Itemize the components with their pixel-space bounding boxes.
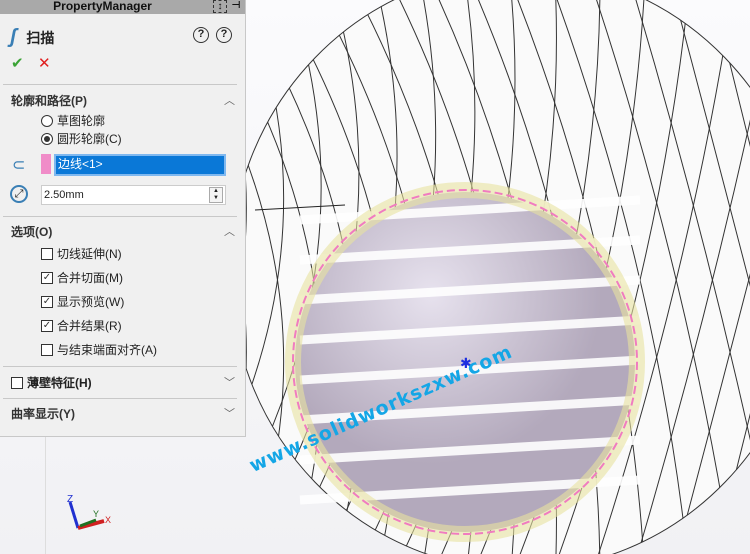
help-icon[interactable]: ?: [216, 27, 232, 43]
path-icon: ⊂: [12, 157, 26, 174]
section-profile-path[interactable]: 轮廓和路径(P): [11, 92, 87, 109]
diameter-spinner[interactable]: ▲ ▼: [209, 187, 223, 203]
expand-chevron-icon[interactable]: ﹀: [224, 405, 235, 421]
property-manager: PropertyManager ↕ ⊣ ʃ 扫描 ? ? ✔ ✕ 轮廓和路径(P…: [0, 0, 246, 437]
x-label: X: [105, 515, 111, 525]
checkbox-align-end-faces[interactable]: 与结束端面对齐(A): [41, 341, 157, 358]
ok-button[interactable]: ✔: [11, 54, 24, 72]
pin-icon[interactable]: ⊣: [229, 0, 243, 13]
whats-new-help-icon[interactable]: ?: [193, 27, 209, 43]
z-label: Z: [67, 494, 73, 505]
path-selection-box[interactable]: 边线<1>: [41, 154, 226, 176]
checkbox-merge-result[interactable]: ✓ 合并结果(R): [41, 317, 122, 334]
checkbox-show-preview[interactable]: ✓ 显示预览(W): [41, 293, 124, 310]
collapse-icon[interactable]: ︿: [224, 223, 235, 239]
sweep-icon: ʃ: [10, 26, 17, 48]
divider: [45, 437, 46, 554]
y-label: Y: [93, 509, 99, 519]
expand-icon[interactable]: ↕: [213, 0, 227, 13]
feature-name: 扫描: [26, 29, 55, 46]
axis-triad: Z Y X: [67, 494, 111, 530]
collapse-icon[interactable]: ︿: [224, 92, 235, 108]
cancel-button[interactable]: ✕: [38, 54, 51, 72]
diameter-input[interactable]: 2.50mm ▲ ▼: [41, 185, 226, 205]
expand-chevron-icon[interactable]: ﹀: [224, 374, 235, 390]
checkbox-merge-tangent[interactable]: ✓ 合并切面(M): [41, 269, 123, 286]
diameter-icon: ⤢: [10, 185, 28, 203]
radio-circular-profile[interactable]: 圆形轮廓(C): [41, 130, 122, 147]
radio-sketch-profile[interactable]: 草图轮廓: [41, 112, 105, 129]
section-curvature-display[interactable]: 曲率显示(Y): [11, 405, 75, 422]
section-thin-feature[interactable]: 薄壁特征(H): [11, 374, 92, 391]
z-axis: [68, 501, 80, 529]
checkbox-tangent-extend[interactable]: 切线延伸(N): [41, 245, 122, 262]
panel-title: PropertyManager ↕ ⊣: [0, 0, 245, 14]
section-options[interactable]: 选项(O): [11, 223, 52, 240]
feature-header: ʃ 扫描: [10, 26, 245, 49]
